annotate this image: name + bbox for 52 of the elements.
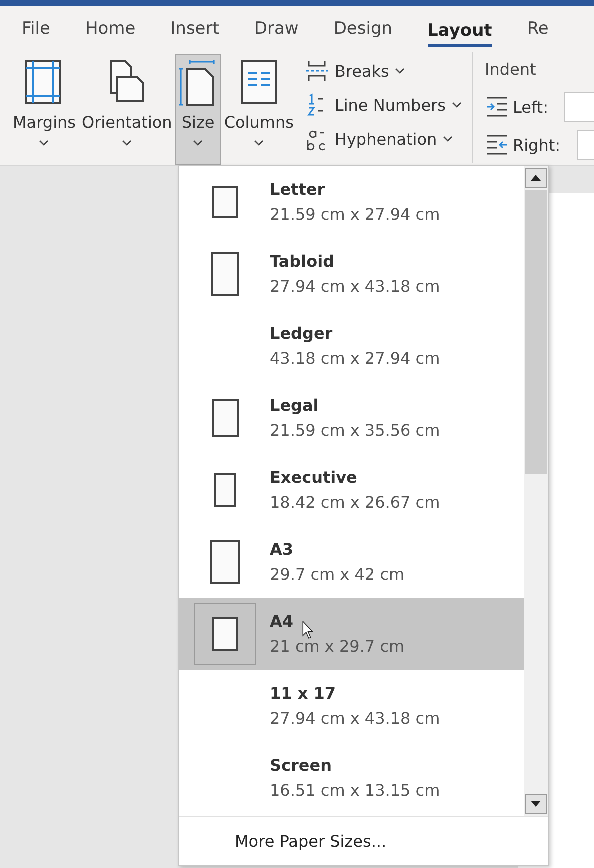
ribbon-tab[interactable]: File [22, 6, 50, 52]
field-label: Right: [512, 136, 560, 154]
ribbon-tab[interactable]: Re [527, 6, 549, 52]
ribbon-tab[interactable]: Layout [428, 17, 492, 47]
paper-size-item[interactable]: Executive 18.42 cm x 26.67 cm [179, 454, 524, 526]
mouse-pointer-icon [301, 621, 313, 639]
ribbon-tab[interactable]: Design [334, 6, 393, 52]
page-icon [210, 540, 240, 584]
group-title: Indent [484, 60, 538, 81]
indent-right-icon [484, 134, 509, 156]
ribbon-button[interactable]: Breaks [304, 56, 462, 86]
columns-icon [239, 59, 280, 107]
paper-size-item[interactable]: Tabloid 27.94 cm x 43.18 cm [179, 238, 524, 310]
ribbon-button[interactable]: Margins [10, 54, 79, 165]
ribbon-tab[interactable]: Draw [254, 6, 299, 52]
paper-size-item[interactable]: Legal 21.59 cm x 35.56 cm [179, 382, 524, 454]
paper-size-item[interactable]: A3 29.7 cm x 42 cm [179, 526, 524, 598]
page-icon [214, 473, 236, 507]
scrollbar-thumb[interactable] [525, 190, 547, 474]
ribbon-button[interactable]: Columns [221, 54, 297, 165]
paper-size-item[interactable]: 11 x 17 27.94 cm x 43.18 cm [179, 670, 524, 742]
paper-size-item[interactable]: Ledger 43.18 cm x 27.94 cm [179, 310, 524, 382]
chevron-down-icon [254, 140, 264, 146]
chevron-down-icon [39, 140, 50, 146]
paper-size-item[interactable]: Letter 21.59 cm x 27.94 cm [179, 166, 524, 238]
indent-left-icon [484, 96, 509, 118]
page-icon [211, 252, 239, 296]
ribbon-tab[interactable]: Insert [170, 6, 220, 52]
scrollbar[interactable] [524, 166, 548, 816]
ribbon-button[interactable]: Size [175, 54, 222, 165]
scroll-down-button[interactable] [525, 794, 547, 814]
more-paper-sizes-button[interactable]: More Paper Sizes... [179, 817, 548, 865]
ribbon-tab[interactable]: Home [85, 6, 136, 52]
ribbon-button[interactable]: Line Numbers [304, 90, 462, 120]
triangle-up-icon [531, 175, 541, 181]
input-field[interactable] [564, 92, 594, 122]
chevron-down-icon [122, 140, 132, 146]
ribbon-button[interactable]: Hyphenation [304, 124, 462, 154]
paper-size-item[interactable]: Screen 16.51 cm x 13.15 cm [179, 742, 524, 814]
page-icon [212, 617, 238, 651]
chevron-down-icon [443, 136, 454, 142]
page-break-icon [304, 59, 329, 83]
page-icon [212, 186, 238, 218]
page-icon [212, 399, 238, 437]
field-label: Left: [512, 98, 548, 116]
chevron-down-icon [193, 140, 204, 146]
ribbon-button[interactable]: Orientation [78, 54, 176, 165]
chevron-down-icon [395, 68, 406, 74]
chevron-down-icon [452, 102, 462, 108]
scroll-up-button[interactable] [525, 168, 547, 188]
triangle-down-icon [531, 801, 541, 807]
paper-size-item[interactable]: A4 21 cm x 29.7 cm [179, 598, 524, 670]
